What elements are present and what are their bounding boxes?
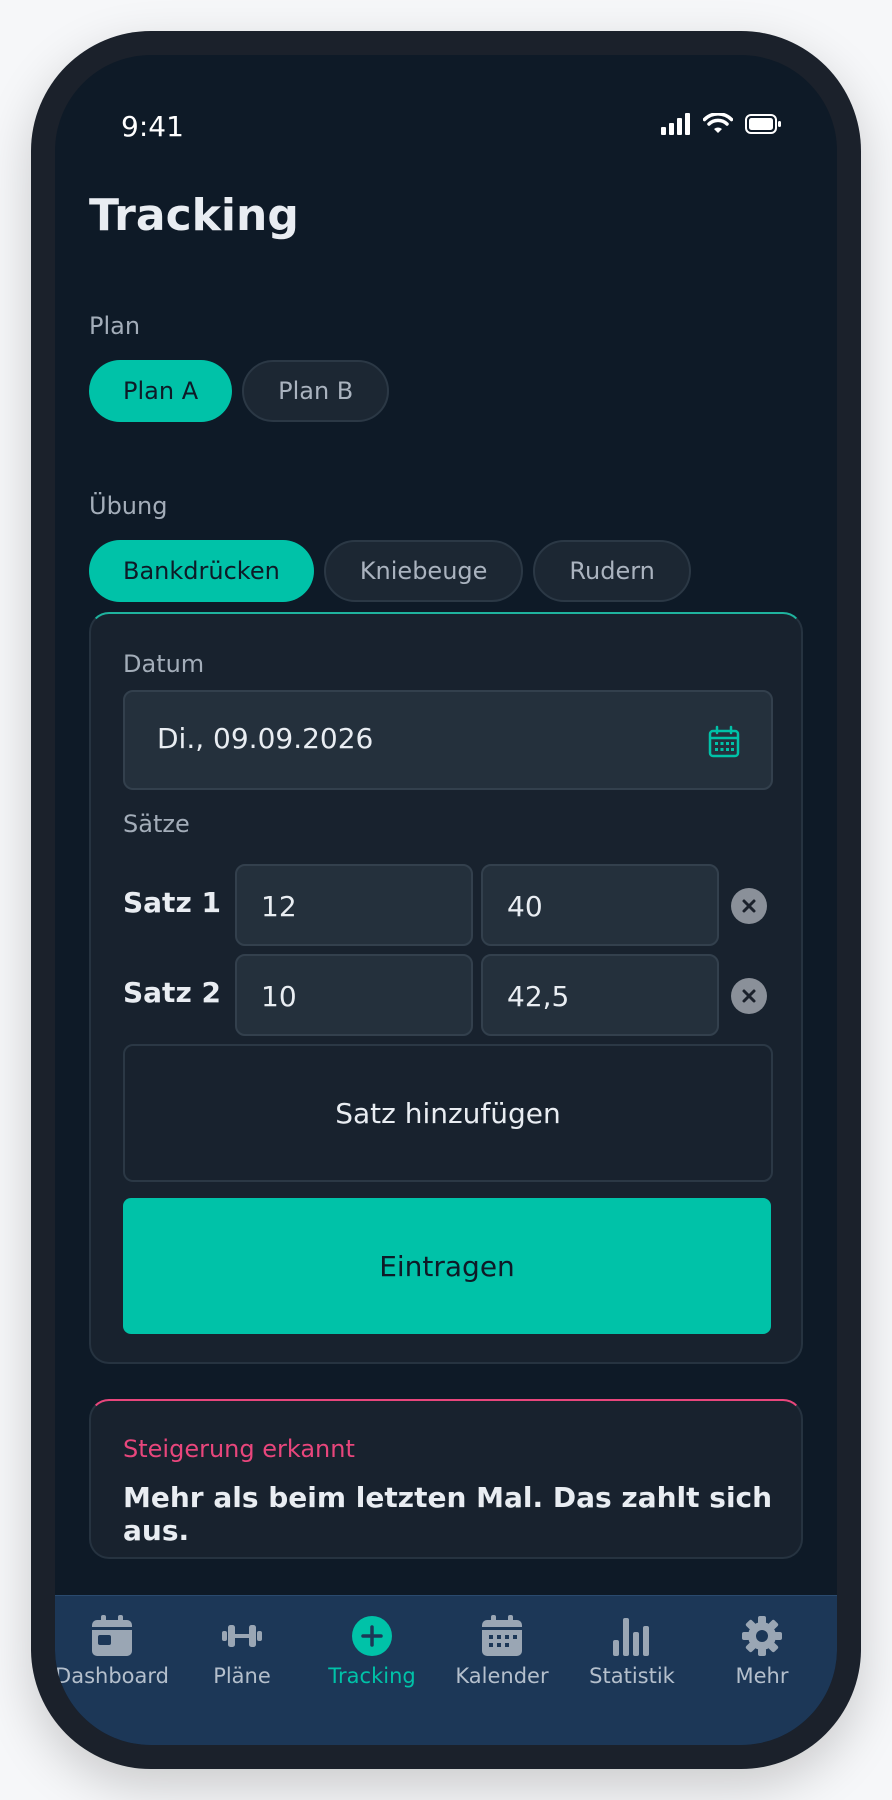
set-label: Satz 2 — [123, 976, 221, 1009]
date-value: Di., 09.09.2026 — [157, 722, 374, 755]
close-icon — [742, 899, 756, 913]
wifi-icon — [703, 113, 733, 133]
cellular-signal-icon — [661, 113, 690, 135]
reps-input[interactable]: 12 — [235, 864, 473, 946]
bar-chart-icon — [613, 1618, 649, 1656]
date-label: Datum — [123, 650, 205, 678]
status-icons — [661, 113, 781, 135]
tab-label: Kalender — [455, 1664, 549, 1688]
notice-text: Mehr als beim letzten Mal. Das zahlt sic… — [123, 1481, 773, 1547]
plan-selector: Plan A Plan B — [89, 360, 390, 422]
dashboard-icon — [92, 1615, 132, 1656]
exercise-selector: Bankdrücken Kniebeuge Rudern — [89, 540, 691, 602]
dumbbell-icon — [222, 1625, 262, 1647]
date-field[interactable]: Di., 09.09.2026 — [123, 690, 773, 790]
tab-label: Tracking — [328, 1664, 416, 1688]
plan-chip-b[interactable]: Plan B — [242, 360, 390, 422]
tab-plans[interactable]: Pläne — [177, 1614, 307, 1704]
app-screen: 9:41 Tracking Plan Plan A Plan B Übung B… — [55, 55, 837, 1745]
plus-circle-icon — [352, 1616, 392, 1656]
remove-set-button[interactable] — [731, 888, 767, 924]
submit-button[interactable]: Eintragen — [123, 1198, 771, 1334]
tab-more[interactable]: Mehr — [697, 1614, 827, 1704]
page-title: Tracking — [89, 190, 299, 241]
tab-label: Pläne — [213, 1664, 271, 1688]
tab-label: Dashboard — [55, 1664, 169, 1688]
exercise-label: Übung — [89, 492, 168, 520]
tab-tracking[interactable]: Tracking — [307, 1614, 437, 1704]
close-icon — [742, 989, 756, 1003]
calendar-picker-icon[interactable] — [707, 725, 741, 759]
status-time: 9:41 — [121, 110, 184, 143]
tab-calendar[interactable]: Kalender — [437, 1614, 567, 1704]
plan-chip-a[interactable]: Plan A — [89, 360, 233, 422]
progress-notice-card: Steigerung erkannt Mehr als beim letzten… — [89, 1399, 803, 1559]
set-row: Satz 1 12 40 — [123, 864, 773, 946]
status-bar: 9:41 — [55, 55, 837, 165]
notice-title: Steigerung erkannt — [123, 1435, 355, 1463]
sets-label: Sätze — [123, 810, 190, 838]
calendar-icon — [482, 1615, 522, 1656]
exercise-chip-squat[interactable]: Kniebeuge — [323, 540, 524, 602]
gear-icon — [742, 1616, 782, 1656]
weight-input[interactable]: 42,5 — [481, 954, 719, 1036]
battery-icon — [745, 114, 781, 134]
reps-input[interactable]: 10 — [235, 954, 473, 1036]
set-row: Satz 2 10 42,5 — [123, 954, 773, 1036]
tab-statistics[interactable]: Statistik — [567, 1614, 697, 1704]
exercise-chip-bench-press[interactable]: Bankdrücken — [89, 540, 314, 602]
tab-bar: Dashboard Pläne Tracking Kalender Statis… — [55, 1595, 837, 1745]
phone-frame: 9:41 Tracking Plan Plan A Plan B Übung B… — [31, 31, 861, 1769]
tab-label: Mehr — [735, 1664, 789, 1688]
exercise-chip-row[interactable]: Rudern — [533, 540, 691, 602]
plan-label: Plan — [89, 312, 141, 340]
tab-label: Statistik — [589, 1664, 675, 1688]
set-label: Satz 1 — [123, 886, 221, 919]
add-set-button[interactable]: Satz hinzufügen — [123, 1044, 773, 1182]
weight-input[interactable]: 40 — [481, 864, 719, 946]
tab-dashboard[interactable]: Dashboard — [55, 1614, 177, 1704]
entry-form-card: Datum Di., 09.09.2026 Sätze Satz 1 12 40… — [89, 612, 803, 1364]
remove-set-button[interactable] — [731, 978, 767, 1014]
